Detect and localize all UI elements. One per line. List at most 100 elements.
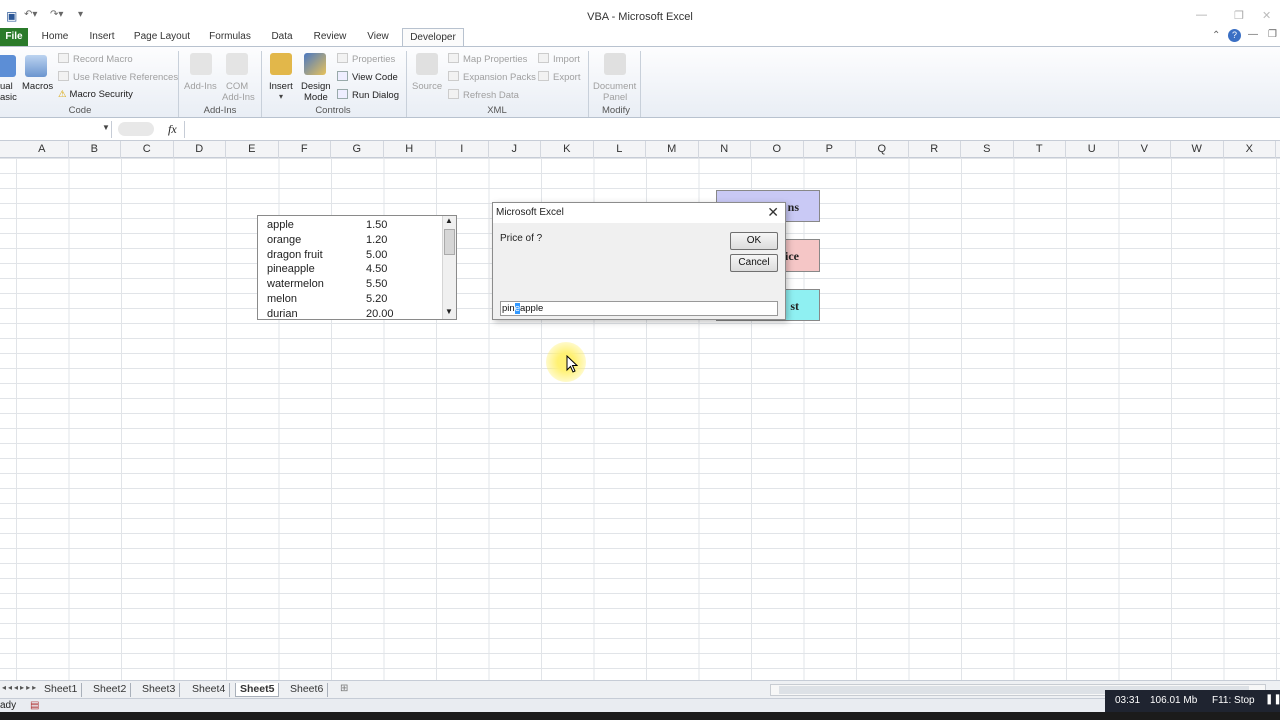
window-title: VBA - Microsoft Excel [587,11,693,23]
column-header[interactable]: T [1014,141,1066,158]
use-relative-references-button[interactable]: Use Relative References [58,71,178,83]
window-min-icon[interactable]: — [1248,29,1258,40]
insert-controls-button[interactable]: Insert [269,81,293,92]
column-header[interactable]: O [751,141,804,158]
properties-button[interactable]: Properties [337,53,395,65]
column-header[interactable]: L [594,141,646,158]
source-button[interactable]: Source [412,81,442,92]
help-icon[interactable]: ? [1228,29,1241,42]
dialog-input[interactable]: pineapple [500,301,778,316]
insert-function-icon[interactable]: fx [168,122,177,137]
list-item[interactable]: watermelon 5.50 [258,277,443,292]
column-header[interactable]: X [1224,141,1276,158]
name-box[interactable] [0,121,112,138]
column-header[interactable]: P [804,141,856,158]
record-macro-button[interactable]: Record Macro [58,53,133,65]
refresh-data-button[interactable]: Refresh Data [448,89,519,101]
document-panel-label: Panel [603,92,628,103]
collapse-ribbon-icon[interactable]: ⌃ [1212,30,1220,41]
sheet-tab[interactable]: Sheet3 [138,683,181,697]
add-ins-button[interactable]: Add-Ins [184,81,217,92]
export-button[interactable]: Export [538,71,580,83]
list-item[interactable]: orange 1.20 [258,233,443,248]
sheet-tabs-bar: ◂◂◂▸▸▸ Sheet1 Sheet2 Sheet3 Sheet4 Sheet5 She… [0,680,1280,698]
sheet-tab[interactable]: Sheet4 [188,683,231,697]
list-item-price: 5.00 [366,248,388,261]
fruit-listbox[interactable]: apple 1.50 orange 1.20 dragon fruit 5.00 pinea… [257,215,457,320]
column-header[interactable]: G [331,141,384,158]
sheet-nav-icon[interactable]: ◂◂◂▸▸▸ [2,683,38,692]
column-header[interactable]: N [699,141,751,158]
column-header[interactable]: I [436,141,489,158]
macro-security-button[interactable]: ⚠ Macro Security [58,89,133,100]
insert-controls-icon [270,53,292,75]
tab-data[interactable]: Data [266,28,298,46]
column-header[interactable]: C [121,141,174,158]
group-label-add-ins: Add-Ins [203,105,237,116]
scroll-up-icon[interactable]: ▲ [445,216,453,225]
scroll-thumb[interactable] [444,229,455,255]
column-header[interactable]: R [909,141,961,158]
dialog-title: Microsoft Excel [496,207,564,218]
sheet-tab[interactable]: Sheet5 [235,683,280,697]
list-item[interactable]: melon 5.20 [258,292,443,307]
run-dialog-button[interactable]: Run Dialog [337,89,399,101]
design-mode-button[interactable]: Design [301,81,331,92]
column-header[interactable]: V [1119,141,1171,158]
column-header[interactable]: M [646,141,699,158]
status-ready: ady [0,700,17,711]
tab-file[interactable]: File [0,28,28,46]
list-item[interactable]: dragon fruit 5.00 [258,248,443,263]
tab-developer[interactable]: Developer [402,28,464,46]
document-panel-button[interactable]: Document [593,81,636,92]
column-header[interactable]: S [961,141,1014,158]
column-header[interactable]: K [541,141,594,158]
tab-home[interactable]: Home [36,28,74,46]
column-header[interactable]: Q [856,141,909,158]
scroll-down-icon[interactable]: ▼ [445,307,453,316]
dialog-body: Price of ? OK Cancel pineapple [493,223,785,319]
list-item-price: 1.20 [366,233,388,246]
listbox-scrollbar[interactable]: ▲ ▼ [442,216,456,319]
sheet-tab[interactable]: Sheet6 [286,683,329,697]
map-properties-button[interactable]: Map Properties [448,53,527,65]
tab-page-layout[interactable]: Page Layout [130,28,194,46]
sheet-tab[interactable]: Sheet1 [40,683,83,697]
expansion-packs-button[interactable]: Expansion Packs [448,71,536,83]
insert-sheet-icon[interactable]: ⊞ [340,683,348,694]
ok-button[interactable]: OK [730,232,778,250]
column-header[interactable]: B [69,141,121,158]
formula-input[interactable] [184,121,1280,138]
macros-button[interactable]: Macros [22,81,53,92]
window-restore-icon[interactable]: ❐ [1268,29,1277,40]
close-window-icon[interactable]: ✕ [1262,9,1271,22]
restore-icon[interactable]: ❐ [1234,9,1244,22]
column-header[interactable]: J [489,141,541,158]
name-box-dropdown-icon[interactable]: ▼ [102,123,110,132]
column-header[interactable]: A [16,141,69,158]
column-header[interactable]: E [226,141,279,158]
com-add-ins-button[interactable]: COM [226,81,248,92]
pause-icon[interactable]: ❚❚ [1265,694,1280,705]
tab-formulas[interactable]: Formulas [204,28,256,46]
tab-view[interactable]: View [362,28,394,46]
column-header[interactable]: H [384,141,436,158]
view-code-button[interactable]: View Code [337,71,398,83]
column-header[interactable]: D [174,141,226,158]
list-item[interactable]: pineapple 4.50 [258,262,443,277]
column-header[interactable]: F [279,141,331,158]
list-item[interactable]: apple 1.50 [258,218,443,233]
tab-insert[interactable]: Insert [84,28,120,46]
tab-review[interactable]: Review [308,28,352,46]
record-status-icon[interactable]: ▤ [30,700,39,711]
minimize-icon[interactable]: — [1196,9,1207,21]
column-header[interactable]: W [1171,141,1224,158]
close-icon[interactable]: ✕ [767,204,779,221]
visual-basic-button[interactable]: ual asic [0,81,17,103]
column-header[interactable]: U [1066,141,1119,158]
sheet-tab[interactable]: Sheet2 [89,683,132,697]
list-item[interactable]: durian 20.00 [258,307,443,322]
import-button[interactable]: Import [538,53,580,65]
cancel-button[interactable]: Cancel [730,254,778,272]
list-item-price: 1.50 [366,219,388,231]
